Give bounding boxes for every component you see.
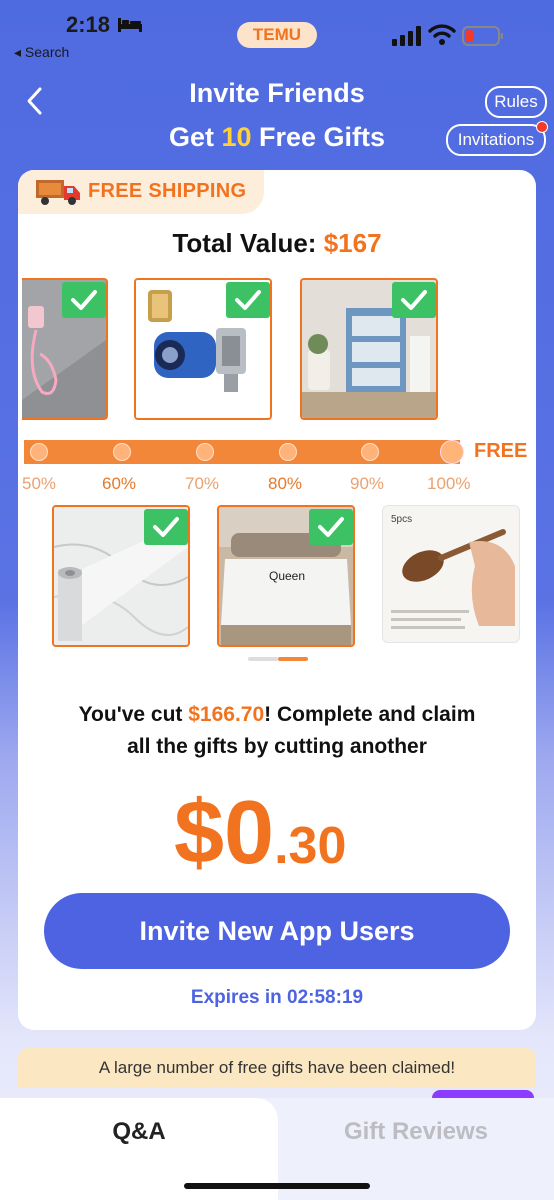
rules-button[interactable]: Rules — [485, 86, 547, 118]
status-time: 2:18 — [66, 12, 111, 37]
tab-qa[interactable]: Q&A — [0, 1118, 278, 1146]
app-badge: TEMU — [237, 22, 317, 48]
progress-dot-90 — [361, 443, 379, 461]
total-value: Total Value: $167 — [172, 228, 382, 258]
progress-end-label: FREE — [474, 440, 528, 462]
free-shipping-label: FREE SHIPPING — [88, 180, 247, 202]
progress-dot-70 — [196, 443, 214, 461]
invitations-button[interactable]: Invitations — [446, 124, 546, 156]
progress-dot-50 — [30, 443, 48, 461]
page-title: Invite Friends — [189, 78, 365, 108]
expiry-countdown: Expires in 02:58:19 — [190, 987, 364, 1008]
product-bed-sheet[interactable]: Queen — [217, 505, 355, 647]
claimed-check-icon — [309, 509, 353, 545]
wooden-spoon-image — [383, 506, 519, 642]
back-to-search[interactable]: ◂ Search — [14, 44, 69, 61]
home-indicator[interactable] — [184, 1183, 370, 1189]
product-storage-shelf[interactable] — [300, 278, 438, 420]
cut-summary-line1: You've cut $166.70! Complete and claim — [78, 703, 476, 726]
tick-70: 70% — [185, 474, 220, 493]
tick-60: 60% — [102, 474, 137, 493]
progress-dot-80 — [279, 443, 297, 461]
notification-dot — [536, 121, 548, 133]
tick-100: 100% — [427, 474, 471, 493]
progress-end-dot — [440, 440, 464, 464]
tick-50: 50% — [22, 474, 57, 493]
progress-dot-60 — [113, 443, 131, 461]
invite-users-button[interactable]: Invite New App Users — [44, 893, 510, 969]
progress-track — [24, 440, 460, 464]
wifi-icon — [428, 24, 456, 45]
tick-90: 90% — [350, 474, 385, 493]
claimed-check-icon — [62, 282, 106, 318]
product-socket-wrench[interactable] — [134, 278, 272, 420]
product-phone-case[interactable] — [22, 278, 108, 420]
pager-dot — [248, 657, 278, 661]
claimed-banner: A large number of free gifts have been c… — [18, 1048, 536, 1088]
claimed-check-icon — [144, 509, 188, 545]
cut-summary-line2: all the gifts by cutting another — [127, 735, 427, 758]
sleep-focus-icon — [118, 18, 142, 32]
gift-count: 10 — [221, 122, 252, 152]
tick-80: 80% — [268, 474, 303, 493]
tab-gift-reviews[interactable]: Gift Reviews — [278, 1118, 554, 1146]
product-marble-paper[interactable] — [52, 505, 190, 647]
bed-size-label: Queen — [269, 569, 306, 583]
pager-dot-active — [278, 657, 308, 661]
battery-low-icon — [462, 26, 503, 46]
cellular-signal-icon — [392, 26, 421, 46]
claimed-check-icon — [226, 282, 270, 318]
claimed-check-icon — [392, 282, 436, 318]
remaining-amount: $0.30 — [174, 783, 347, 883]
product-wooden-spoon[interactable]: 5pcs — [382, 505, 520, 643]
truck-icon — [36, 180, 80, 205]
pack-count-label: 5pcs — [391, 514, 413, 525]
